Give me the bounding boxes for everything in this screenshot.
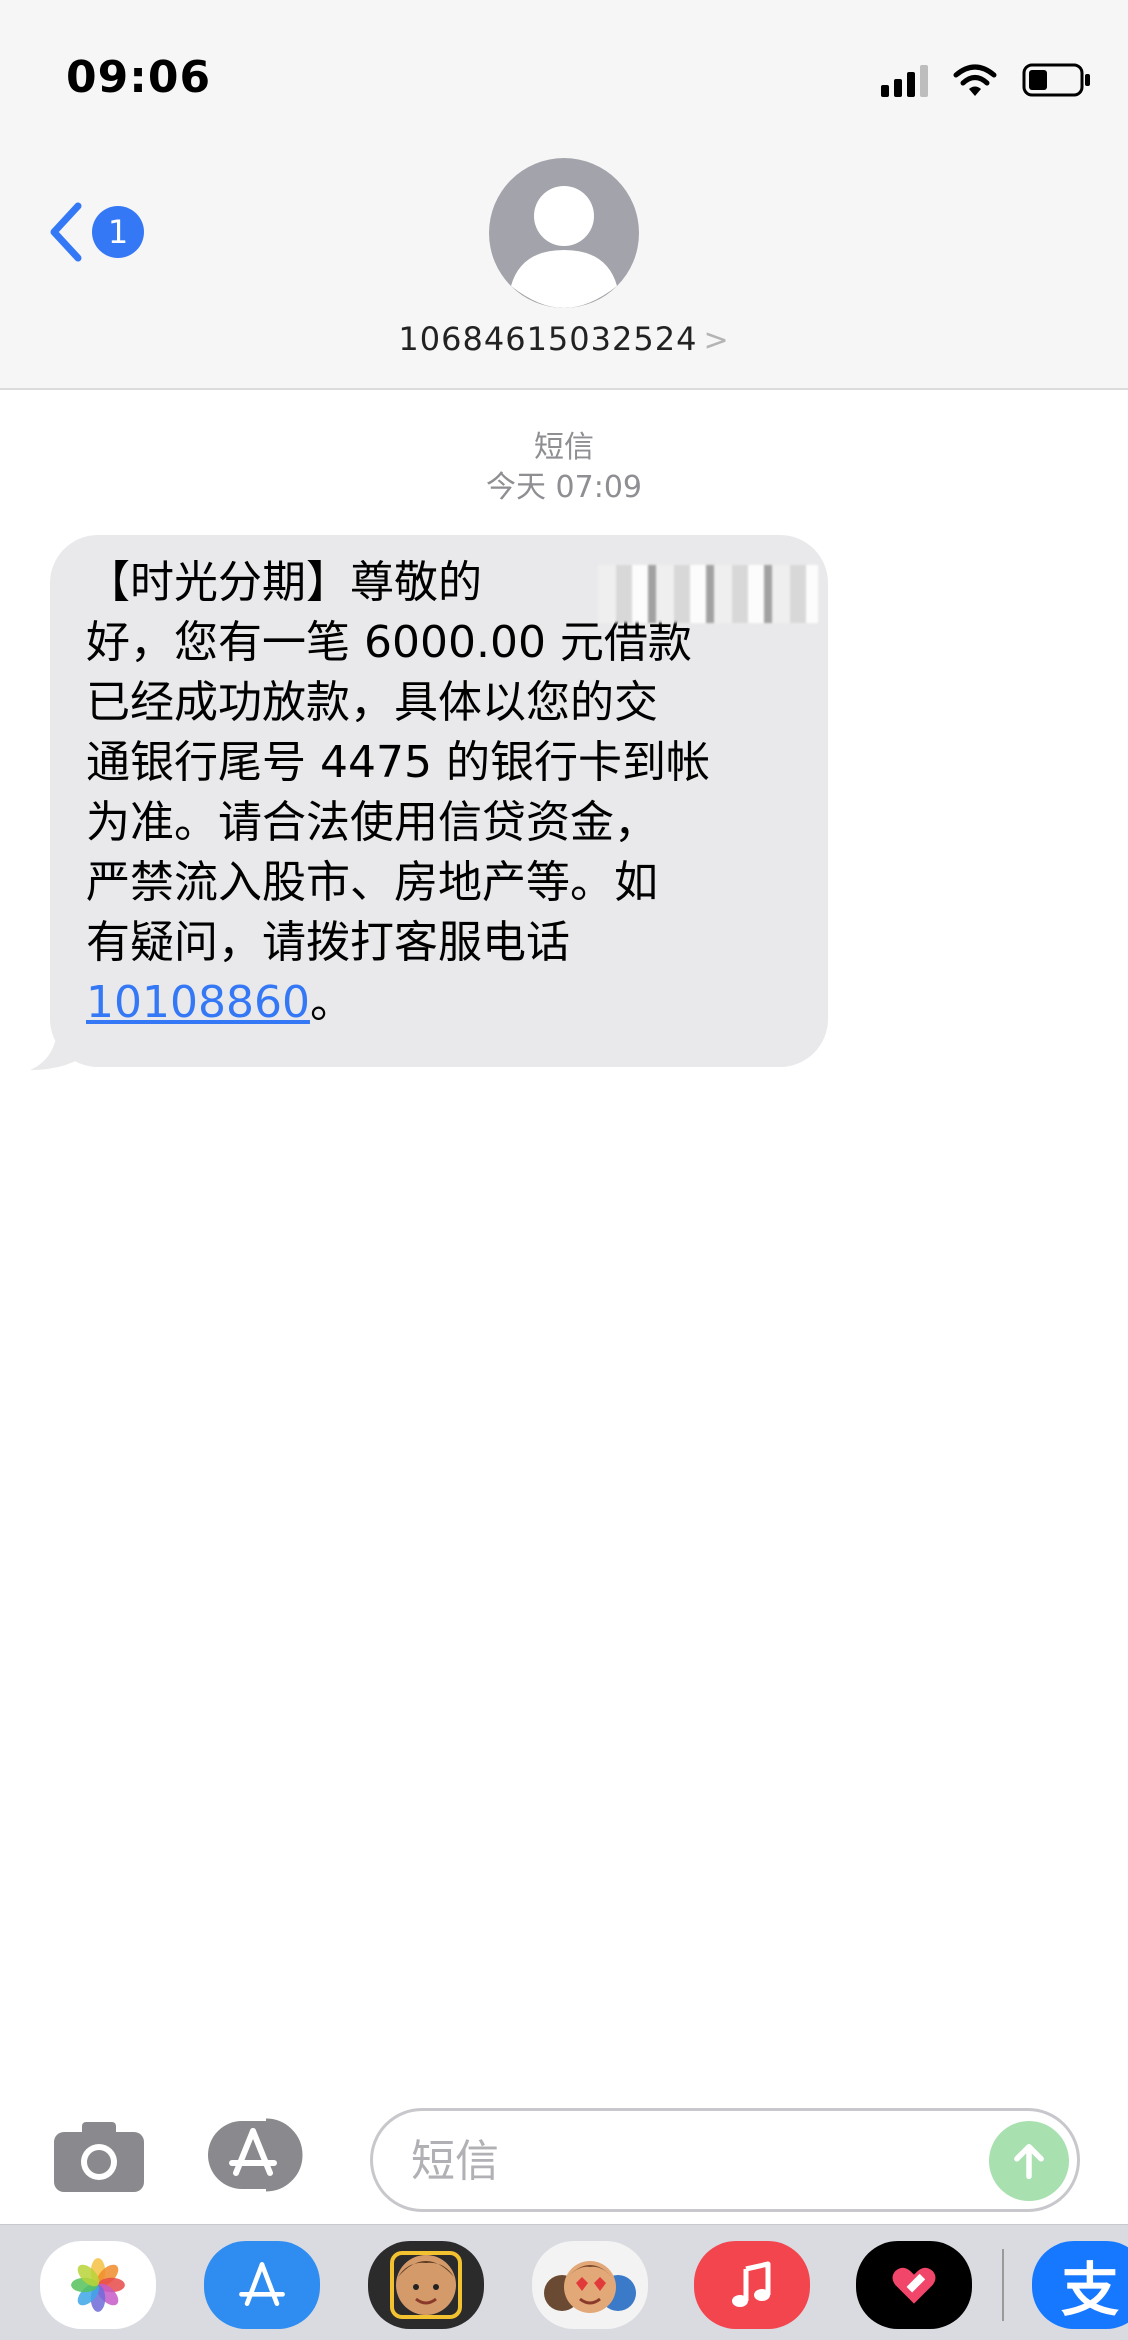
app-store-app-button[interactable] [204, 2241, 320, 2329]
alipay-icon: 支 [1060, 2256, 1119, 2324]
app-store-icon [239, 2262, 285, 2306]
contact-chevron-icon: > [703, 323, 730, 358]
status-icons [881, 60, 1092, 100]
memoji-app-button[interactable] [368, 2241, 484, 2329]
animoji-app-button[interactable] [532, 2241, 648, 2329]
send-button[interactable] [989, 2121, 1069, 2201]
app-store-button[interactable] [206, 2117, 320, 2193]
digital-touch-app-button[interactable] [856, 2241, 972, 2329]
imessage-app-drawer: 支 [0, 2224, 1128, 2340]
drawer-divider [1002, 2249, 1004, 2321]
unread-badge: 1 [92, 206, 144, 258]
arrow-up-icon [1014, 2143, 1044, 2180]
message-input-container [370, 2108, 1080, 2212]
back-button[interactable]: 1 [46, 200, 144, 264]
thread-meta: 短信 今天 07:09 [0, 428, 1128, 508]
contact-number: 10684615032524 [398, 320, 698, 358]
person-icon [511, 186, 617, 308]
wifi-icon [953, 64, 997, 96]
redacted-name [598, 565, 818, 623]
contact-avatar[interactable] [489, 158, 639, 308]
photos-icon [71, 2258, 125, 2312]
alipay-app-button[interactable]: 支 [1032, 2241, 1128, 2329]
contact-name-button[interactable]: 10684615032524 > [0, 320, 1128, 358]
cellular-signal-icon [881, 63, 928, 97]
message-text: 【时光分期】尊敬的 好，您有一笔 6000.00 元借款 已经成功放款，具体以您… [86, 553, 798, 1033]
music-icon [732, 2261, 771, 2307]
message-input[interactable] [411, 2129, 971, 2193]
message-end: 。 [309, 977, 354, 1028]
animoji-icon [544, 2261, 636, 2313]
battery-icon [1022, 63, 1090, 97]
music-app-button[interactable] [694, 2241, 810, 2329]
memoji-icon [390, 2251, 462, 2319]
photos-app-button[interactable] [40, 2241, 156, 2329]
conversation-header: 09:06 1 10684615032524 > [0, 0, 1128, 390]
incoming-message-bubble[interactable]: 【时光分期】尊敬的 好，您有一笔 6000.00 元借款 已经成功放款，具体以您… [50, 535, 828, 1067]
status-time: 09:06 [66, 52, 212, 103]
digital-touch-icon [892, 2267, 936, 2304]
camera-button[interactable] [52, 2120, 146, 2194]
service-label: 短信 [534, 430, 594, 465]
phone-link[interactable]: 10108860 [86, 977, 310, 1028]
chevron-left-icon [50, 202, 82, 262]
message-timestamp: 今天 07:09 [486, 470, 642, 505]
